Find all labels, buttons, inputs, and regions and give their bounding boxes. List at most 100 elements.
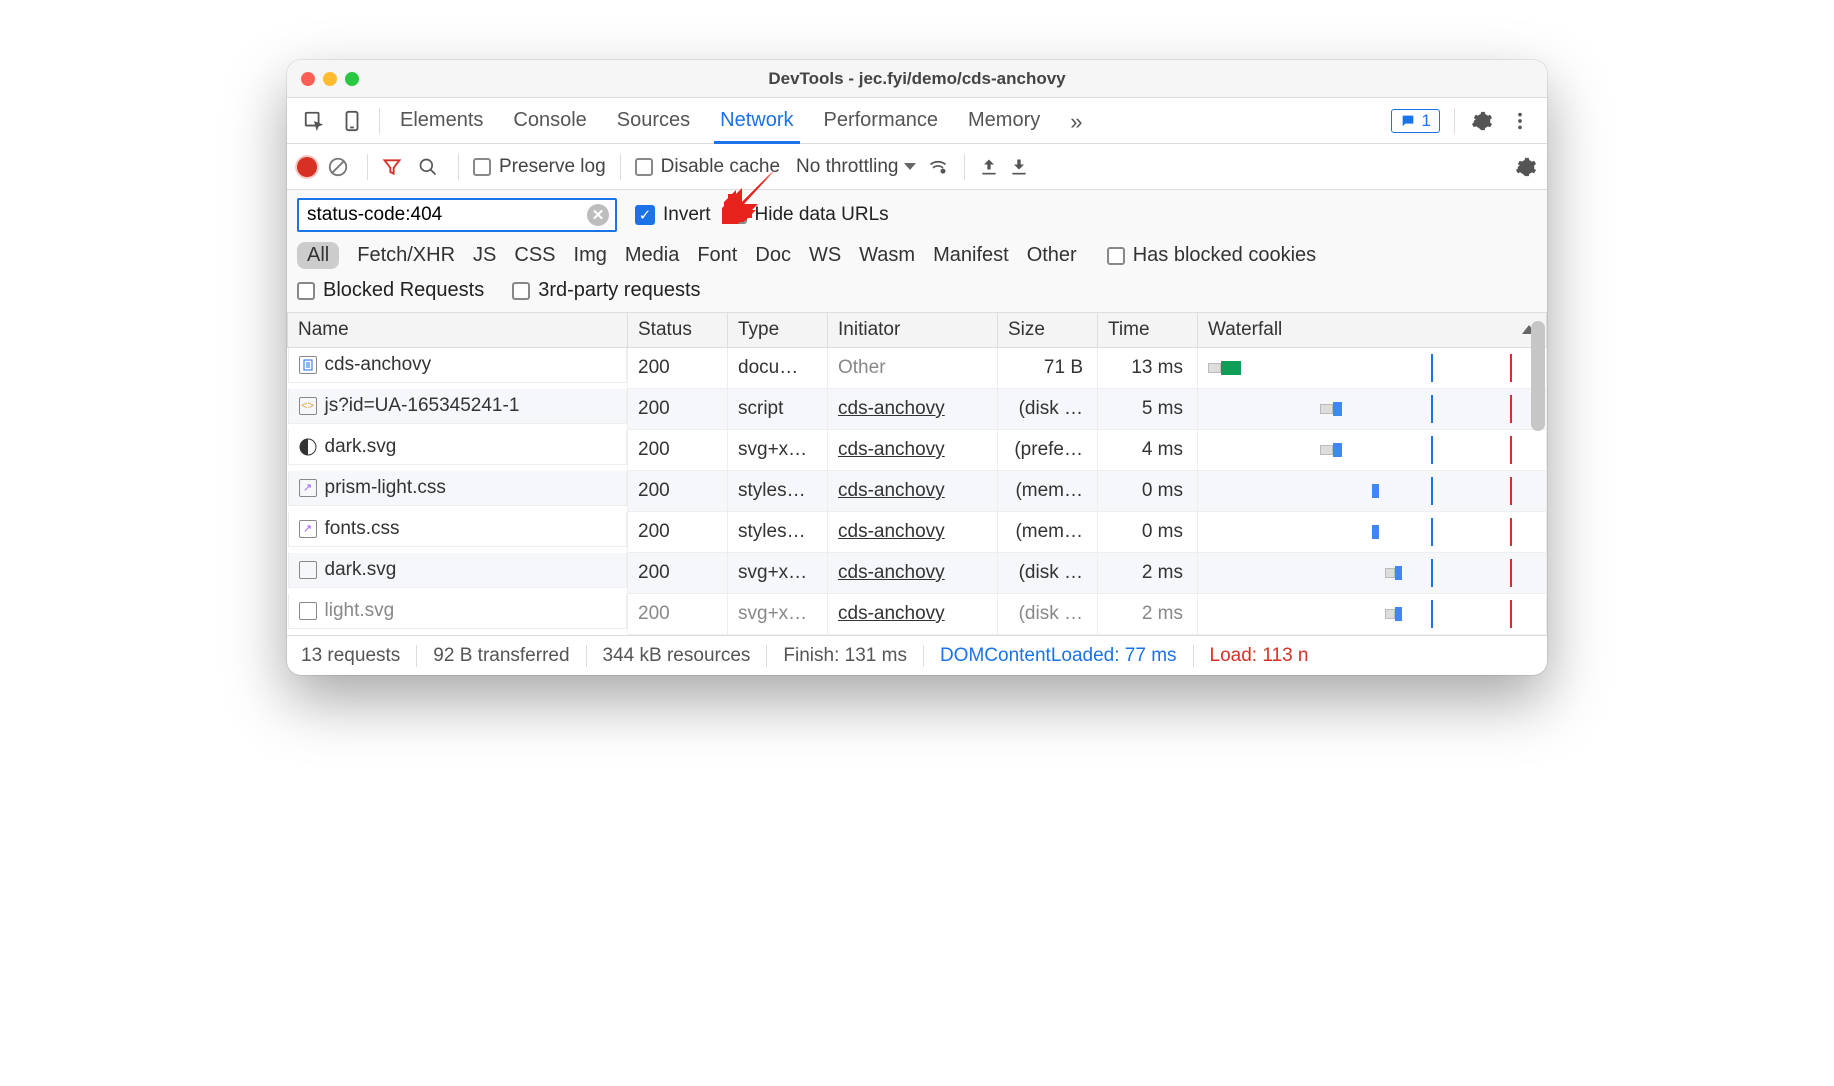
status-finish: Finish: 131 ms: [767, 645, 924, 667]
type-fetchxhr[interactable]: Fetch/XHR: [357, 244, 455, 267]
table-row[interactable]: ↗fonts.css 200 styles… cds-anchovy (mem……: [288, 512, 1547, 553]
cell-size: (disk …: [998, 389, 1098, 430]
script-file-icon: <>: [299, 397, 317, 415]
third-party-checkbox[interactable]: 3rd-party requests: [512, 279, 700, 302]
col-name[interactable]: Name: [288, 313, 628, 348]
cell-name: light.svg: [288, 594, 628, 629]
status-bar: 13 requests 92 B transferred 344 kB reso…: [287, 635, 1547, 675]
table-header-row: Name Status Type Initiator Size Time Wat…: [288, 313, 1547, 348]
has-blocked-cookies-checkbox[interactable]: Has blocked cookies: [1107, 244, 1316, 267]
search-icon[interactable]: [418, 157, 444, 177]
inspect-element-icon[interactable]: [297, 104, 331, 138]
record-button[interactable]: [297, 157, 317, 177]
request-name: dark.svg: [325, 436, 397, 458]
filter-text-field[interactable]: [305, 203, 587, 227]
initiator-link[interactable]: cds-anchovy: [838, 480, 945, 501]
scrollbar-thumb[interactable]: [1531, 321, 1545, 431]
initiator-link[interactable]: cds-anchovy: [838, 603, 945, 624]
type-media[interactable]: Media: [625, 244, 679, 267]
tab-console[interactable]: Console: [511, 99, 588, 143]
kebab-menu-icon[interactable]: [1503, 104, 1537, 138]
cell-time: 2 ms: [1098, 594, 1198, 635]
cell-waterfall: [1198, 512, 1547, 553]
settings-gear-icon[interactable]: [1465, 104, 1499, 138]
request-name: fonts.css: [325, 518, 400, 540]
device-toggle-icon[interactable]: [335, 104, 369, 138]
type-wasm[interactable]: Wasm: [859, 244, 915, 267]
throttling-select[interactable]: No throttling: [796, 156, 916, 178]
cell-initiator: cds-anchovy: [828, 512, 998, 553]
clear-filter-icon[interactable]: ✕: [587, 204, 609, 226]
cell-status: 200: [628, 512, 728, 553]
disable-cache-label: Disable cache: [661, 156, 780, 178]
tab-sources[interactable]: Sources: [615, 99, 692, 143]
type-js[interactable]: JS: [473, 244, 496, 267]
initiator-link[interactable]: cds-anchovy: [838, 521, 945, 542]
network-conditions-icon[interactable]: [926, 157, 950, 177]
table-row[interactable]: <>js?id=UA-165345241-1 200 script cds-an…: [288, 389, 1547, 430]
issues-badge[interactable]: 1: [1391, 109, 1440, 133]
clear-icon[interactable]: [327, 156, 353, 178]
initiator-link[interactable]: cds-anchovy: [838, 439, 945, 460]
type-css[interactable]: CSS: [514, 244, 555, 267]
col-status[interactable]: Status: [628, 313, 728, 348]
type-font[interactable]: Font: [697, 244, 737, 267]
cell-initiator: cds-anchovy: [828, 389, 998, 430]
col-waterfall[interactable]: Waterfall: [1198, 313, 1547, 348]
cell-time: 13 ms: [1098, 348, 1198, 389]
col-initiator[interactable]: Initiator: [828, 313, 998, 348]
request-name: cds-anchovy: [325, 354, 432, 376]
type-other[interactable]: Other: [1027, 244, 1077, 267]
panel-settings-gear-icon[interactable]: [1515, 156, 1537, 178]
filter-input[interactable]: ✕: [297, 198, 617, 232]
cell-type: svg+x…: [728, 430, 828, 471]
tab-more[interactable]: »: [1068, 99, 1084, 143]
preserve-log-checkbox[interactable]: Preserve log: [473, 156, 606, 178]
initiator-link[interactable]: cds-anchovy: [838, 398, 945, 419]
devtools-window: DevTools - jec.fyi/demo/cds-anchovy Elem…: [287, 60, 1547, 675]
cell-waterfall: [1198, 348, 1547, 389]
invert-checkbox[interactable]: ✓ Invert: [635, 204, 711, 226]
separator: [1454, 108, 1455, 134]
col-size[interactable]: Size: [998, 313, 1098, 348]
cell-status: 200: [628, 430, 728, 471]
table-row[interactable]: cds-anchovy 200 docu… Other 71 B 13 ms: [288, 348, 1547, 389]
cell-type: styles…: [728, 471, 828, 512]
cell-initiator: cds-anchovy: [828, 594, 998, 635]
preserve-log-label: Preserve log: [499, 156, 606, 178]
type-filter-row: All Fetch/XHR JS CSS Img Media Font Doc …: [287, 236, 1547, 275]
blocked-requests-checkbox[interactable]: Blocked Requests: [297, 279, 484, 302]
tab-elements[interactable]: Elements: [398, 99, 485, 143]
download-har-icon[interactable]: [1009, 157, 1029, 177]
tab-network[interactable]: Network: [718, 99, 795, 143]
cell-size: (disk …: [998, 594, 1098, 635]
checkbox-checked-icon: ✓: [635, 205, 655, 225]
type-doc[interactable]: Doc: [755, 244, 791, 267]
cell-type: script: [728, 389, 828, 430]
type-img[interactable]: Img: [574, 244, 607, 267]
cell-type: docu…: [728, 348, 828, 389]
hide-data-urls-checkbox[interactable]: Hide data URLs: [729, 204, 889, 226]
cell-initiator: cds-anchovy: [828, 553, 998, 594]
initiator-link[interactable]: cds-anchovy: [838, 562, 945, 583]
type-manifest[interactable]: Manifest: [933, 244, 1009, 267]
table-row[interactable]: ↗prism-light.css 200 styles… cds-anchovy…: [288, 471, 1547, 512]
caret-down-icon: [904, 163, 916, 170]
tab-performance[interactable]: Performance: [822, 99, 941, 143]
type-all[interactable]: All: [297, 242, 339, 269]
col-time[interactable]: Time: [1098, 313, 1198, 348]
disable-cache-checkbox[interactable]: Disable cache: [635, 156, 780, 178]
type-ws[interactable]: WS: [809, 244, 841, 267]
cell-time: 4 ms: [1098, 430, 1198, 471]
cell-status: 200: [628, 553, 728, 594]
table-row[interactable]: light.svg 200 svg+x… cds-anchovy (disk ……: [288, 594, 1547, 635]
cell-size: (mem…: [998, 471, 1098, 512]
filter-funnel-icon[interactable]: [382, 157, 408, 177]
stylesheet-file-icon: ↗: [299, 479, 317, 497]
table-row[interactable]: dark.svg 200 svg+x… cds-anchovy (disk … …: [288, 553, 1547, 594]
table-row[interactable]: dark.svg 200 svg+x… cds-anchovy (prefe… …: [288, 430, 1547, 471]
upload-har-icon[interactable]: [979, 157, 999, 177]
invert-label: Invert: [663, 204, 711, 226]
tab-memory[interactable]: Memory: [966, 99, 1042, 143]
col-type[interactable]: Type: [728, 313, 828, 348]
